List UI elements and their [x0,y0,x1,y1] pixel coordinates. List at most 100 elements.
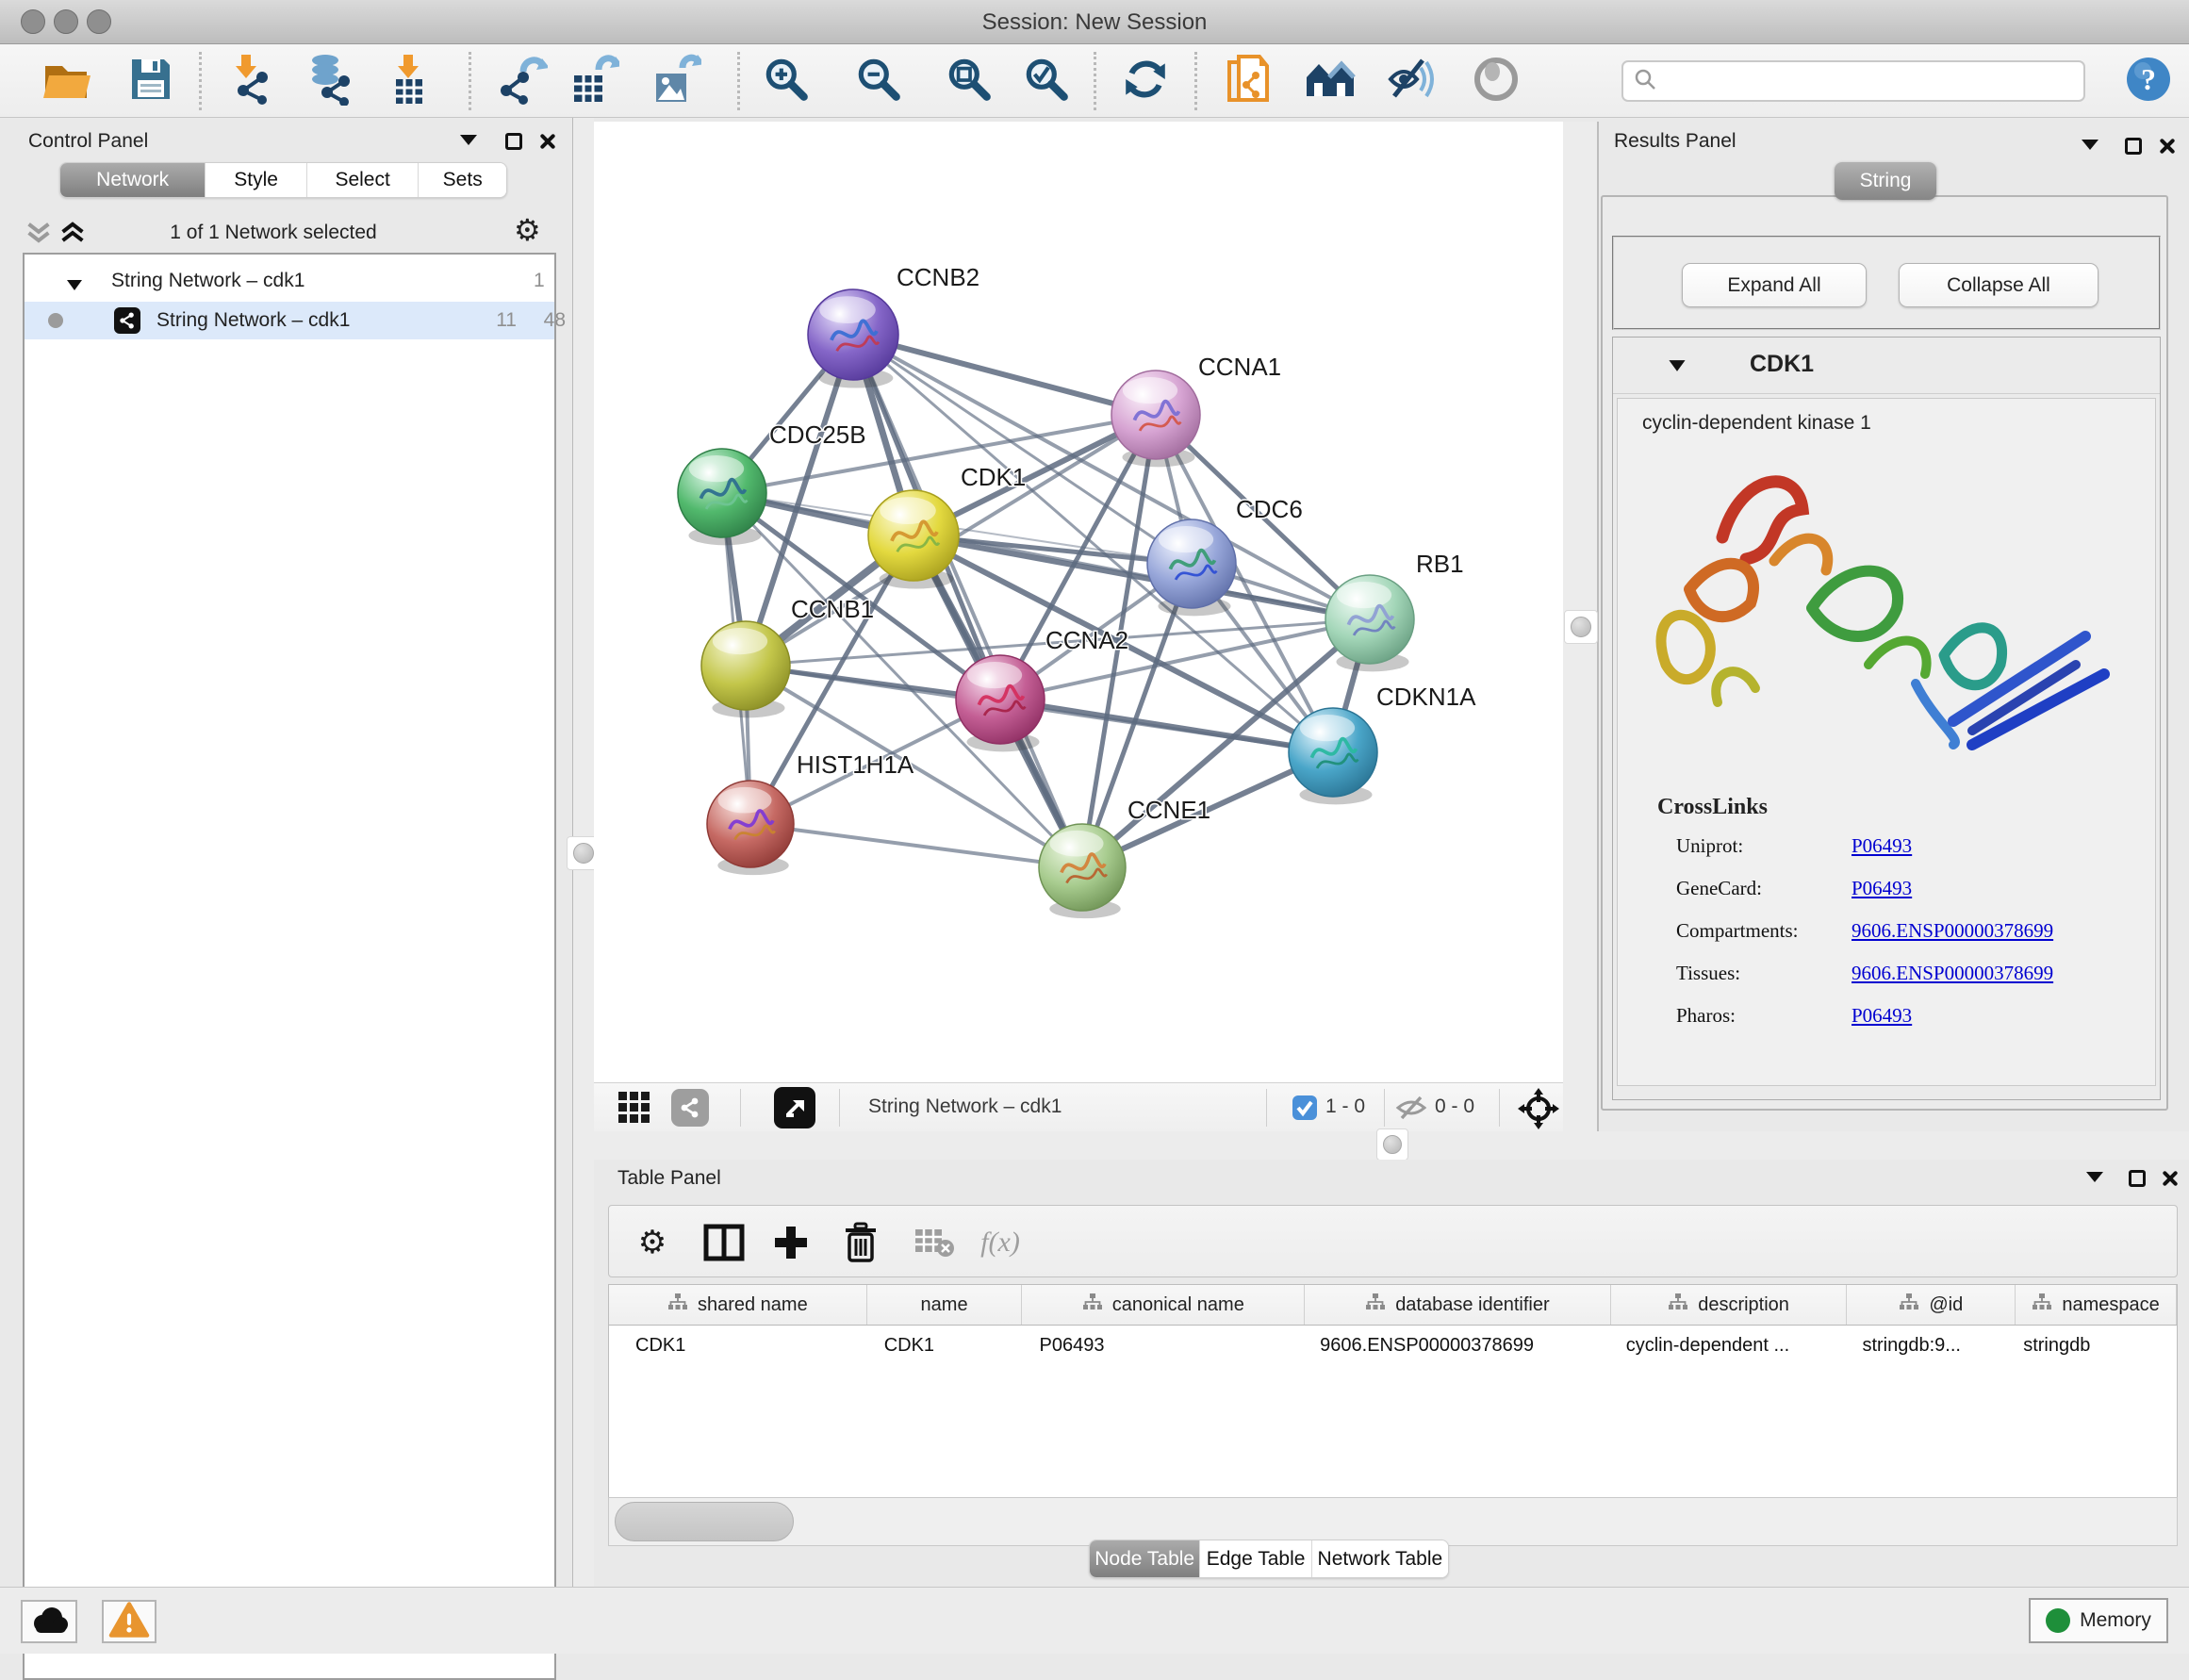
crosslink-value-link[interactable]: 9606.ENSP00000378699 [1852,962,2053,985]
create-column-plus-icon[interactable] [763,1206,819,1278]
export-image-button[interactable] [648,54,702,108]
delete-column-trash-icon[interactable] [832,1206,889,1278]
network-options-gear-icon[interactable]: ⚙ [514,212,541,248]
table-cell[interactable]: CDK1 [867,1326,1023,1366]
table-row[interactable]: CDK1CDK1P064939606.ENSP00000378699cyclin… [609,1326,2177,1366]
table-cell[interactable]: stringdb:9... [1847,1326,2016,1366]
table-cell[interactable]: 9606.ENSP00000378699 [1305,1326,1611,1366]
hide-selected-button[interactable] [1384,54,1439,108]
zoom-selected-button[interactable] [1019,54,1074,108]
zoom-fit-button[interactable] [942,54,996,108]
import-table-button[interactable] [382,54,436,108]
panel-float-icon[interactable] [505,133,522,150]
cloud-status-button[interactable] [21,1600,77,1643]
shared-column-tree-icon [667,1293,688,1317]
network-node-cdkn1a[interactable] [1289,708,1377,804]
column-header-namespace[interactable]: namespace [2016,1285,2177,1325]
selected-checkbox-icon[interactable] [1292,1095,1318,1126]
clone-network-button[interactable] [1221,54,1276,108]
tab-network-table[interactable]: Network Table [1312,1540,1448,1577]
tab-style[interactable]: Style [206,163,307,197]
import-network-from-database-button[interactable] [304,54,358,108]
tab-select[interactable]: Select [307,163,420,197]
node-result-header[interactable]: CDK1 [1613,338,2160,394]
column-header-label: canonical name [1112,1294,1244,1316]
open-session-button[interactable] [39,54,93,108]
crosslink-value-link[interactable]: P06493 [1852,834,1912,858]
column-header-name[interactable]: name [867,1285,1023,1325]
panel-close-icon[interactable] [537,132,556,151]
entry-collapse-icon[interactable] [1668,358,1687,377]
crosslink-value-link[interactable]: P06493 [1852,877,1912,900]
memory-button[interactable]: Memory [2029,1598,2168,1643]
tab-string[interactable]: String [1835,162,1936,200]
panel-float-icon[interactable] [2125,138,2142,155]
zoom-out-button[interactable] [851,54,906,108]
table-options-gear-icon[interactable]: ⚙ [624,1206,681,1278]
warnings-button[interactable] [102,1600,156,1643]
collection-expand-icon[interactable] [66,274,83,297]
first-neighbors-button[interactable] [1304,54,1358,108]
network-canvas[interactable]: CCNB2CCNA1CDC25BCDK1CDC6RB1CCNB1CCNA2CDK… [594,122,1563,1082]
network-edge[interactable] [913,535,1370,619]
hidden-eye-icon[interactable] [1395,1095,1427,1126]
column-header-shared-name[interactable]: shared name [609,1285,867,1325]
network-edge[interactable] [853,335,1082,867]
show-all-button[interactable] [1469,54,1523,108]
network-row-selected[interactable]: String Network – cdk1 11 48 [25,302,554,339]
panel-close-icon[interactable] [2160,1169,2179,1188]
show-columns-icon[interactable] [696,1206,752,1278]
table-cell[interactable]: stringdb [2016,1326,2177,1366]
search-input[interactable] [1657,71,2063,92]
column-header-description[interactable]: description [1611,1285,1848,1325]
network-node-ccne1[interactable] [1039,824,1126,918]
column-header-database-identifier[interactable]: database identifier [1305,1285,1611,1325]
column-header--id[interactable]: @id [1847,1285,2016,1325]
crosslink-value-link[interactable]: 9606.ENSP00000378699 [1852,919,2053,943]
network-node-cdc25b[interactable] [678,449,766,545]
collapse-all-networks-icon[interactable] [25,220,53,251]
window-title: Session: New Session [0,9,2189,36]
import-network-button[interactable] [225,54,280,108]
save-session-button[interactable] [123,54,177,108]
panel-collapse-icon[interactable] [2082,140,2098,150]
tab-node-table[interactable]: Node Table [1090,1540,1200,1577]
network-edge[interactable] [750,824,1082,867]
column-header-canonical-name[interactable]: canonical name [1022,1285,1305,1325]
grid-view-icon[interactable] [617,1090,652,1130]
table-cell[interactable]: CDK1 [609,1326,867,1366]
crosslink-value-link[interactable]: P06493 [1852,1004,1912,1028]
detach-view-icon[interactable] [774,1087,815,1128]
network-node-cdk1[interactable] [868,490,959,589]
right-splitter-handle[interactable] [1564,610,1598,644]
network-collection-row[interactable]: String Network – cdk1 1 [25,262,554,300]
export-table-button[interactable] [566,54,620,108]
network-node-ccna1[interactable] [1111,371,1200,467]
birdseye-crosshair-icon[interactable] [1518,1088,1559,1134]
collapse-all-button[interactable]: Collapse All [1899,263,2098,307]
tab-edge-table[interactable]: Edge Table [1200,1540,1311,1577]
delete-table-icon[interactable] [906,1206,963,1278]
help-button[interactable]: ? [2121,54,2176,108]
network-node-hist1h1a[interactable] [707,781,794,875]
expand-all-networks-icon[interactable] [58,220,87,251]
panel-collapse-icon[interactable] [460,135,477,145]
tab-sets[interactable]: Sets [419,163,506,197]
network-node-rb1[interactable] [1325,575,1414,671]
table-cell[interactable]: P06493 [1023,1326,1306,1366]
network-node-ccna2[interactable] [956,655,1045,751]
horizontal-splitter-handle[interactable] [1376,1128,1408,1161]
network-node-ccnb1[interactable] [701,621,790,717]
panel-close-icon[interactable] [2157,137,2176,156]
zoom-in-button[interactable] [759,54,814,108]
panel-float-icon[interactable] [2129,1170,2146,1187]
tab-network[interactable]: Network [60,163,206,197]
network-view-share-icon[interactable] [671,1089,709,1127]
scrollbar-thumb[interactable] [615,1502,794,1541]
network-view[interactable]: CCNB2CCNA1CDC25BCDK1CDC6RB1CCNB1CCNA2CDK… [594,122,1563,1131]
panel-collapse-icon[interactable] [2086,1172,2103,1182]
expand-all-button[interactable]: Expand All [1682,263,1867,307]
table-cell[interactable]: cyclin-dependent ... [1611,1326,1848,1366]
apply-layout-button[interactable] [1118,54,1173,108]
export-network-button[interactable] [494,54,549,108]
